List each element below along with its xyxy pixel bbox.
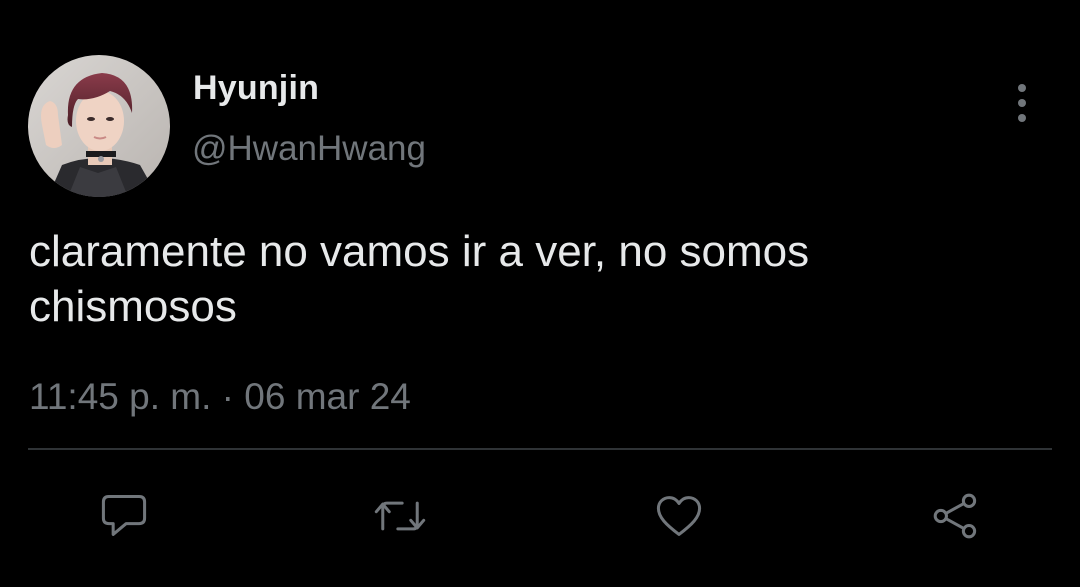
more-options-icon[interactable] — [1008, 84, 1036, 122]
meta-separator: · — [221, 376, 234, 417]
tweet-timestamp[interactable]: 11:45 p. m. · 06 mar 24 — [29, 376, 411, 418]
dot — [1018, 114, 1026, 122]
tweet-text: claramente no vamos ir a ver, no somos c… — [29, 227, 810, 331]
divider — [28, 448, 1052, 450]
heart-icon — [656, 496, 702, 536]
dot — [1018, 84, 1026, 92]
retweet-arrows-icon — [374, 501, 426, 531]
comment-bubble-icon — [101, 494, 147, 536]
reply-button[interactable] — [96, 488, 152, 544]
display-name[interactable]: Hyunjin — [193, 69, 319, 108]
avatar[interactable] — [28, 55, 170, 197]
like-button[interactable] — [651, 488, 707, 544]
tweet-date: 06 mar 24 — [244, 376, 411, 417]
dot — [1018, 99, 1026, 107]
retweet-button[interactable] — [372, 488, 428, 544]
share-nodes-icon — [933, 493, 977, 539]
tweet-time: 11:45 p. m. — [29, 376, 212, 417]
profile-photo — [28, 55, 170, 197]
share-button[interactable] — [928, 488, 984, 544]
user-handle[interactable]: @HwanHwang — [192, 129, 426, 169]
tweet-detail: Hyunjin @HwanHwang claramente no vamos i… — [0, 0, 1080, 587]
